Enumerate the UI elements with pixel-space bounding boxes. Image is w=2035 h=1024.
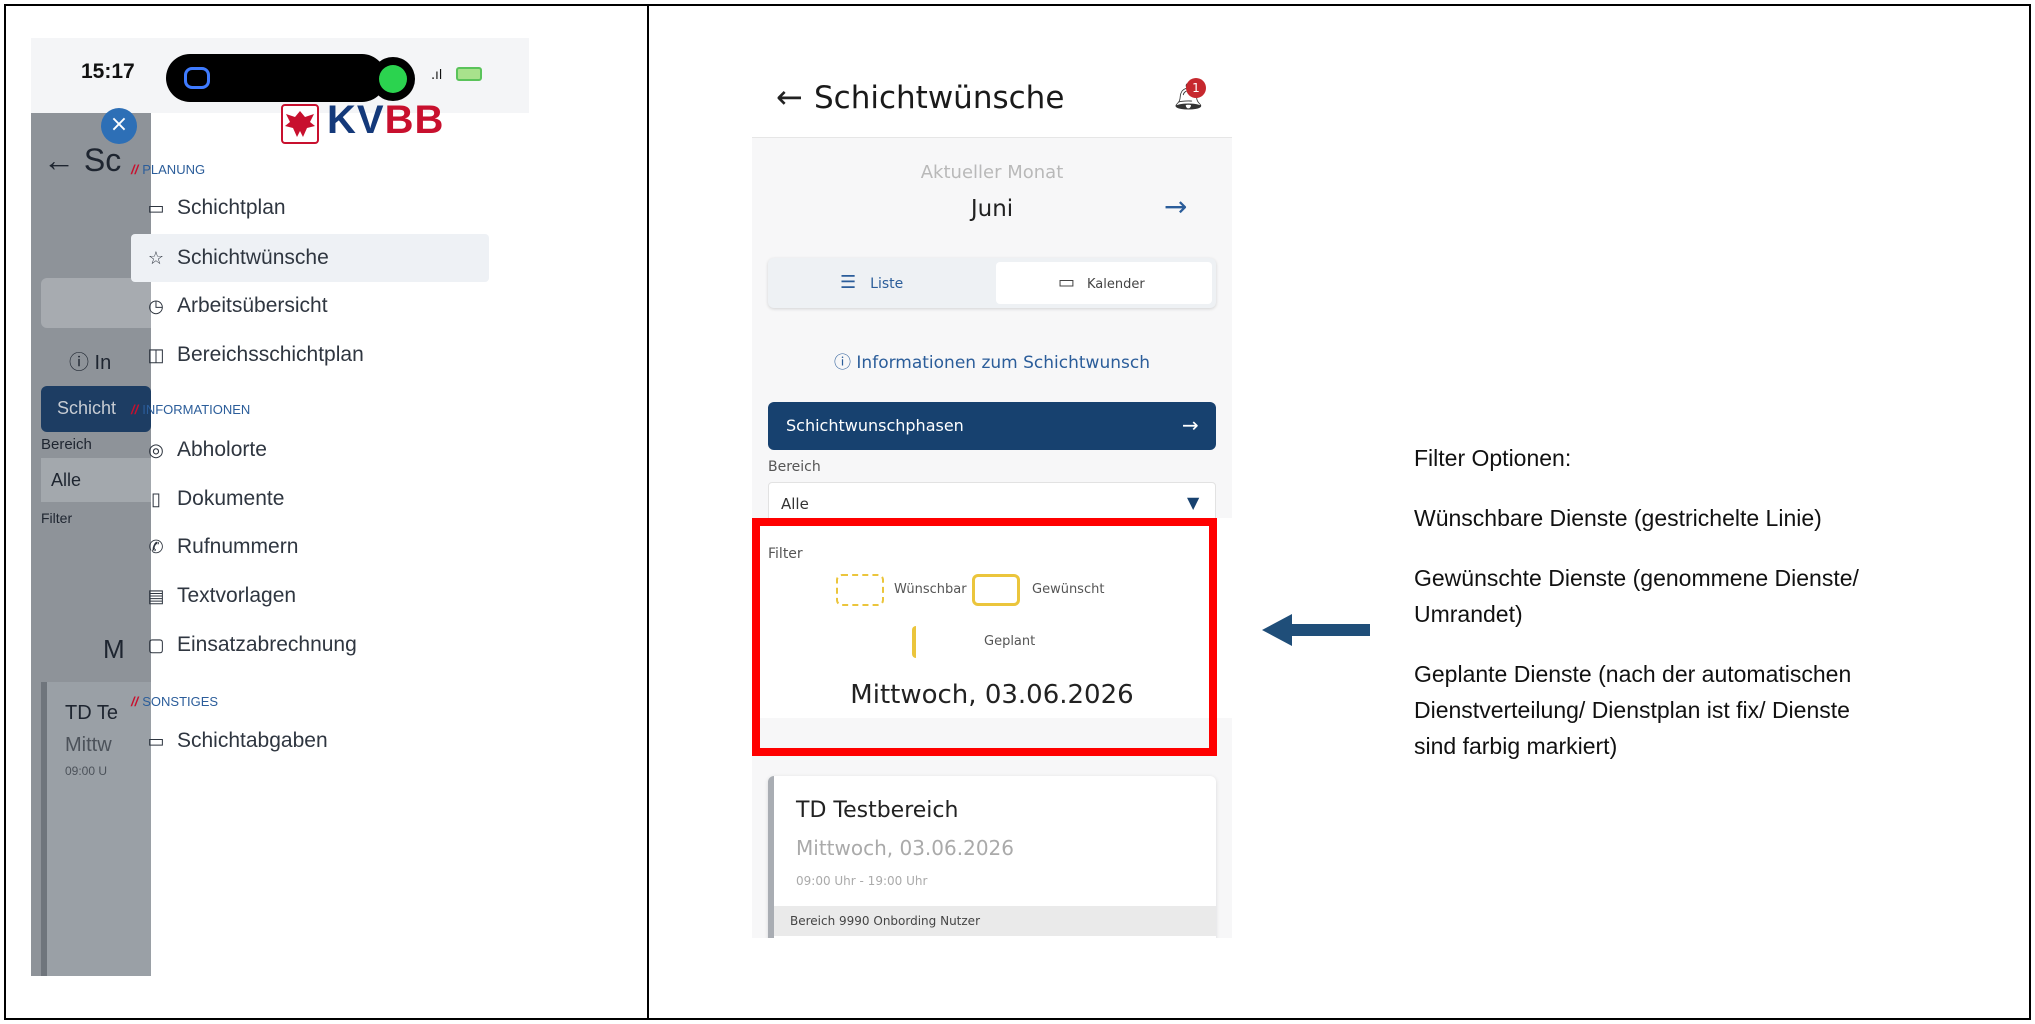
phone-screenshot-menu: ← Sc ⓘ In Schicht Bereich Alle Filter M … — [31, 38, 529, 976]
signal-icon: .ıl — [431, 68, 443, 83]
card-time: 09:00 Uhr - 19:00 Uhr — [796, 874, 928, 888]
menu-item-schichtplan[interactable]: ▭ Schichtplan — [145, 188, 285, 228]
bg-info-fragment: ⓘ In — [69, 352, 112, 374]
page-title: Schichtwünsche — [814, 80, 1065, 116]
section-planung: //PLANUNG — [131, 162, 206, 177]
screen-share-icon — [184, 67, 210, 89]
current-month-label: Aktueller Monat — [920, 162, 1064, 183]
table-column-divider — [647, 4, 649, 1020]
bereich-label: Bereich — [768, 459, 821, 475]
status-time: 15:17 — [81, 60, 135, 83]
info-icon: ⓘ — [834, 353, 857, 373]
bg-title-fragment: ← Sc — [43, 142, 122, 178]
bg-schicht-fragment: Schicht — [57, 398, 117, 418]
annotation-line-planned-2: Dienstverteilung/ Dienstplan ist fix/ Di… — [1414, 697, 1850, 723]
menu-item-bereichsschichtplan[interactable]: ◫ Bereichsschichtplan — [145, 335, 363, 375]
bg-mittw-fragment: Mittw — [65, 734, 112, 756]
app-header: ← Schichtwünsche 🔔︎ 1 — [752, 58, 1232, 138]
bg-td-fragment: TD Te — [65, 702, 118, 724]
info-link[interactable]: ⓘ Informationen zum Schichtwunsch — [752, 348, 1232, 373]
bg-m-fragment: M — [103, 634, 125, 664]
battery-icon — [456, 67, 482, 81]
view-toggle: ☰ Liste ▭ Kalender — [768, 258, 1216, 308]
pointer-arrow-icon — [1262, 614, 1370, 646]
menu-item-arbeitsuebersicht[interactable]: ◷ Arbeitsübersicht — [145, 286, 327, 326]
annotation-line-wished-1: Gewünschte Dienste (genommene Dienste/ — [1414, 565, 1859, 591]
next-month-arrow-icon[interactable]: → — [1164, 190, 1187, 223]
back-arrow-icon[interactable]: ← — [776, 78, 803, 116]
section-sonstiges: //SONSTIGES — [131, 694, 219, 709]
link-icon[interactable] — [371, 57, 415, 101]
calendar-icon: ▭ — [147, 197, 165, 218]
clipboard-icon: ▢ — [147, 634, 165, 655]
annotation-heading: Filter Optionen: — [1414, 445, 1572, 471]
close-drawer-icon[interactable]: × — [101, 108, 137, 144]
annotation-line-planned-3: sind farbig markiert) — [1414, 733, 1618, 759]
clock-icon: ◷ — [148, 295, 164, 316]
schichtwunschphasen-button[interactable]: Schichtwunschphasen → — [768, 402, 1216, 450]
calendar-icon: ▭ — [147, 730, 165, 751]
brandenburg-eagle-icon — [281, 104, 319, 144]
phone-icon: ✆ — [148, 536, 164, 557]
phone-screenshot-schichtwuensche: ← Schichtwünsche 🔔︎ 1 Aktueller Monat Ju… — [752, 58, 1232, 938]
menu-item-abholorte[interactable]: ◎ Abholorte — [145, 430, 267, 470]
template-icon: ▤ — [147, 585, 165, 606]
tab-kalender[interactable]: ▭ Kalender — [1058, 272, 1145, 293]
menu-item-einsatzabrechnung[interactable]: ▢ Einsatzabrechnung — [145, 625, 356, 665]
card-title: TD Testbereich — [796, 798, 959, 823]
bg-bereich-fragment: Bereich — [41, 436, 92, 453]
notification-badge: 1 — [1186, 78, 1206, 98]
card-date: Mittwoch, 03.06.2026 — [796, 836, 1014, 860]
annotation-line-planned-1: Geplante Dienste (nach der automatischen — [1414, 661, 1852, 687]
document-page: ← Sc ⓘ In Schicht Bereich Alle Filter M … — [0, 0, 2035, 1024]
menu-item-textvorlagen[interactable]: ▤ Textvorlagen — [145, 576, 296, 616]
menu-item-schichtabgaben[interactable]: ▭ Schichtabgaben — [145, 721, 327, 761]
current-month: Juni — [970, 196, 1014, 222]
bg-card — [41, 682, 151, 976]
list-icon: ☰ — [840, 272, 857, 293]
menu-item-schichtwuensche[interactable]: ☆ Schichtwünsche — [145, 238, 329, 278]
chevron-down-icon: ▼ — [1187, 493, 1200, 512]
dynamic-island — [166, 54, 386, 102]
annotation-line-wishable: Wünschbare Dienste (gestrichelte Linie) — [1414, 505, 1822, 531]
menu-item-rufnummern[interactable]: ✆ Rufnummern — [145, 527, 298, 567]
menu-item-dokumente[interactable]: ▯ Dokumente — [145, 479, 284, 519]
bg-filter-fragment: Filter — [41, 510, 73, 526]
section-informationen: //INFORMATIONEN — [131, 402, 251, 417]
ios-status-bar: 15:17 .ıl — [31, 38, 529, 113]
columns-icon: ◫ — [147, 344, 165, 365]
bg-alle-fragment: Alle — [51, 470, 82, 490]
annotation-line-wished-2: Umrandet) — [1414, 601, 1523, 627]
bg-time-fragment: 09:00 U — [65, 764, 108, 778]
star-icon: ☆ — [147, 247, 165, 268]
kvbb-logo: KVBB — [327, 98, 445, 142]
tab-liste[interactable]: ☰ Liste — [840, 272, 903, 293]
arrow-right-icon: → — [1182, 413, 1199, 437]
shift-card[interactable]: TD Testbereich Mittwoch, 03.06.2026 09:0… — [768, 776, 1216, 938]
calendar-icon: ▭ — [1058, 272, 1076, 293]
document-icon: ▯ — [151, 488, 161, 509]
filter-highlight-box — [752, 518, 1217, 756]
location-icon: ◎ — [148, 439, 164, 460]
card-area: Bereich 9990 Onbording Nutzer — [774, 906, 1216, 936]
bg-segment — [41, 278, 161, 328]
